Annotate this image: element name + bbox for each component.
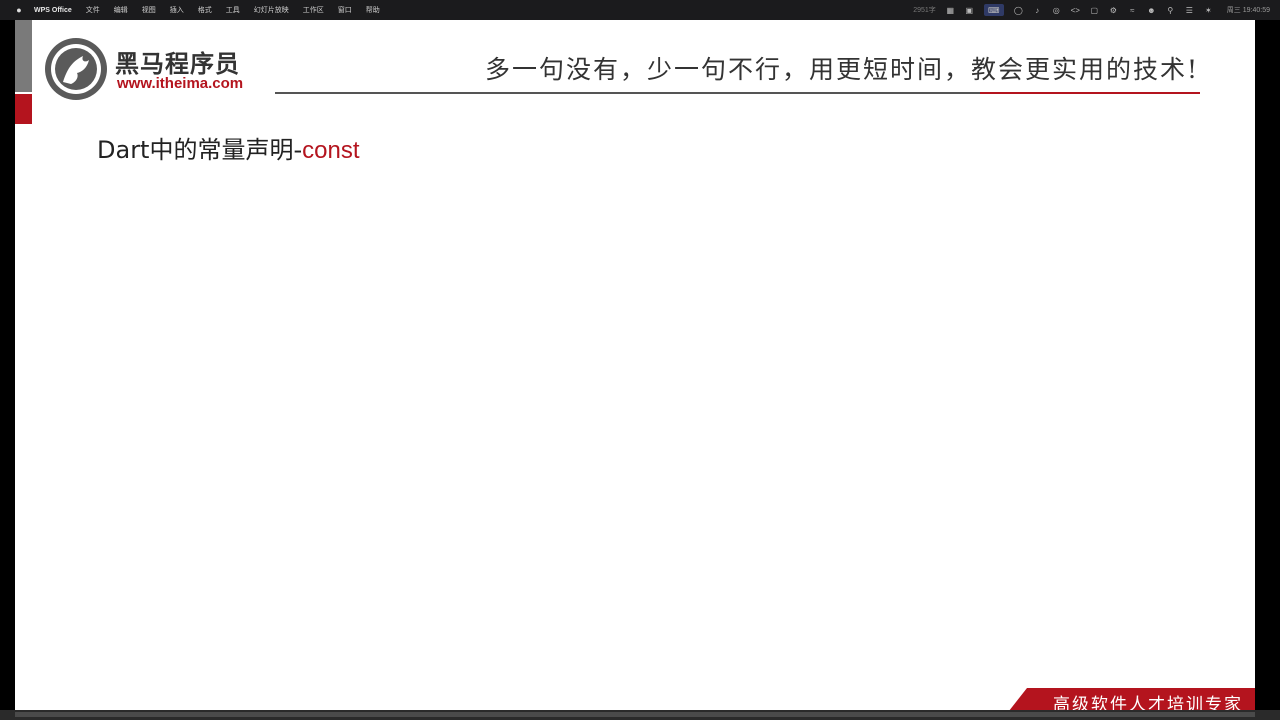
wifi-icon[interactable]: ≈ xyxy=(1128,6,1137,15)
horizontal-scrollbar[interactable] xyxy=(15,712,1255,717)
bell-icon[interactable]: ◯ xyxy=(1014,6,1023,15)
bottom-scroll-area xyxy=(0,710,1280,720)
brand-title: 黑马程序员 xyxy=(115,50,240,78)
calendar-icon[interactable]: ▣ xyxy=(965,6,974,15)
word-count: 2951字 xyxy=(913,7,936,14)
code-icon[interactable]: <> xyxy=(1071,6,1080,15)
control-center-icon[interactable]: ☰ xyxy=(1185,6,1194,15)
menu-bar: ● WPS Office 文件 编辑 视图 插入 格式 工具 幻灯片放映 工作区… xyxy=(0,0,1280,20)
left-accent-bar-gray xyxy=(15,20,32,92)
horse-logo-icon xyxy=(45,38,107,100)
brand-url: www.itheima.com xyxy=(117,75,244,92)
menu-item-help[interactable]: 帮助 xyxy=(366,5,380,15)
menu-item-edit[interactable]: 编辑 xyxy=(114,5,128,15)
menu-item-window[interactable]: 窗口 xyxy=(338,5,352,15)
keyboard-input-icon[interactable]: ⌨ xyxy=(983,4,1004,16)
slide-heading-prefix: Dart中的常量声明- xyxy=(97,136,303,164)
menu-clock[interactable]: 周三 19:40:59 xyxy=(1227,5,1270,15)
slide-heading[interactable]: Dart中的常量声明-const xyxy=(97,130,360,165)
menu-item-view[interactable]: 视图 xyxy=(142,5,156,15)
left-accent-bar-red xyxy=(15,94,32,124)
siri-icon[interactable]: ✶ xyxy=(1204,6,1213,15)
menu-app-name[interactable]: WPS Office xyxy=(34,7,72,14)
slide-slogan: 多一句没有，少一句不行，用更短时间，教会更实用的技术! xyxy=(485,55,1200,84)
grid-icon[interactable]: ▦ xyxy=(946,6,955,15)
header-divider-gray xyxy=(275,92,980,94)
brand-logo: 黑马程序员 www.itheima.com xyxy=(45,38,275,100)
menu-item-tools[interactable]: 工具 xyxy=(226,5,240,15)
menu-item-insert[interactable]: 插入 xyxy=(170,5,184,15)
slide-canvas[interactable]: 黑马程序员 www.itheima.com 多一句没有，少一句不行，用更短时间，… xyxy=(15,20,1255,716)
menu-item-format[interactable]: 格式 xyxy=(198,5,212,15)
menu-item-file[interactable]: 文件 xyxy=(86,5,100,15)
menu-item-slideshow[interactable]: 幻灯片放映 xyxy=(254,5,289,15)
app-icon[interactable]: ▢ xyxy=(1090,6,1099,15)
header-divider-red xyxy=(980,92,1200,94)
slide-heading-keyword: const xyxy=(302,137,360,164)
search-icon[interactable]: ⚲ xyxy=(1166,6,1175,15)
sound-icon[interactable]: ♪ xyxy=(1033,6,1042,15)
settings-icon[interactable]: ⚙ xyxy=(1109,6,1118,15)
apple-icon[interactable]: ● xyxy=(14,5,24,15)
menu-item-workspace[interactable]: 工作区 xyxy=(303,5,324,15)
menu-bar-tray: 2951字 ▦ ▣ ⌨ ◯ ♪ ◎ <> ▢ ⚙ ≈ ☻ ⚲ ☰ ✶ 周三 19… xyxy=(913,0,1270,20)
user-icon[interactable]: ☻ xyxy=(1147,6,1156,15)
radar-icon[interactable]: ◎ xyxy=(1052,6,1061,15)
